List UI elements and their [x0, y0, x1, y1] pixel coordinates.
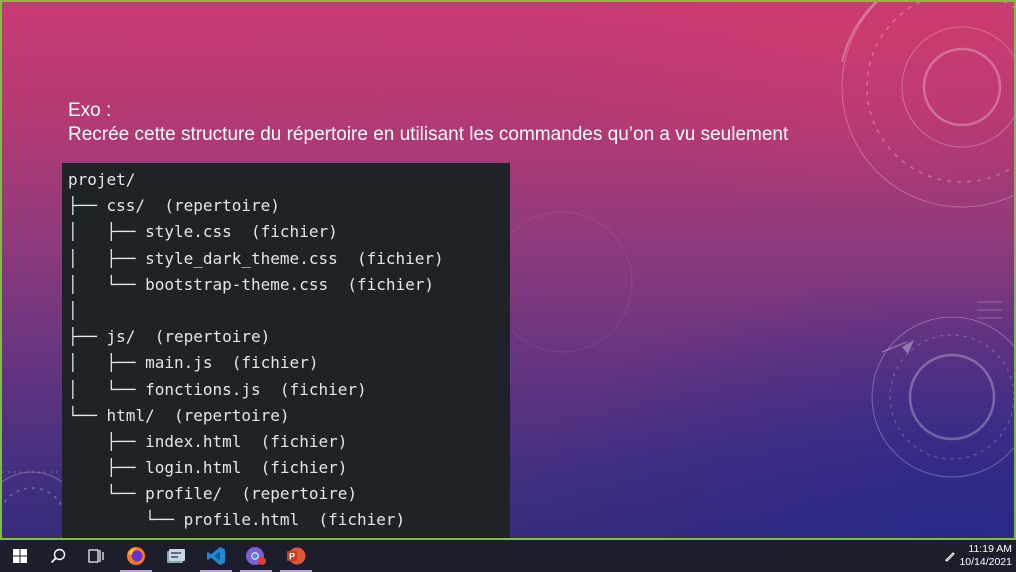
taskbar: P 11:19 AM 10/14/2021	[0, 540, 1016, 572]
search-button[interactable]	[38, 540, 78, 572]
file-app[interactable]	[156, 540, 196, 572]
exercise-instruction: Recrée cette structure du répertoire en …	[68, 124, 789, 145]
chrome-icon	[246, 547, 266, 565]
powerpoint-icon: P	[287, 547, 306, 565]
search-icon	[50, 548, 66, 564]
code-line: │ └── bootstrap-theme.css (fichier)	[68, 274, 435, 294]
pen-workspace-button[interactable]	[938, 540, 962, 572]
firefox-app[interactable]	[116, 540, 156, 572]
chrome-app[interactable]	[236, 540, 276, 572]
vscode-app[interactable]	[196, 540, 236, 572]
code-line: │ ├── main.js (fichier)	[68, 353, 319, 373]
directory-tree-code-block: projet/ ├── css/ (repertoire) │ ├── styl…	[62, 163, 510, 538]
code-line: └── profile/ (repertoire)	[68, 484, 357, 504]
exercise-title: Exo :	[68, 100, 112, 121]
code-line: └── profile.html (fichier)	[68, 510, 406, 530]
code-line: ├── css/ (repertoire)	[68, 196, 280, 216]
code-line: ├── index.html (fichier)	[68, 431, 348, 451]
clock-time: 11:19 AM	[968, 543, 1012, 555]
powerpoint-app[interactable]: P	[276, 540, 316, 572]
firefox-icon	[127, 547, 145, 565]
start-button[interactable]	[0, 540, 40, 572]
windows-logo-icon	[13, 549, 27, 563]
file-app-icon	[167, 549, 185, 563]
clock-date: 10/14/2021	[959, 556, 1012, 568]
taskbar-clock[interactable]: 11:19 AM 10/14/2021	[959, 543, 1012, 569]
code-line: │ ├── style_dark_theme.css (fichier)	[68, 248, 444, 268]
task-view-button[interactable]	[76, 540, 116, 572]
code-line: │	[68, 300, 78, 320]
code-line: │ └── fonctions.js (fichier)	[68, 379, 367, 399]
pen-icon	[945, 552, 955, 562]
presentation-slide: Exo : Recrée cette structure du répertoi…	[0, 0, 1016, 540]
screen: Exo : Recrée cette structure du répertoi…	[0, 0, 1016, 572]
svg-text:P: P	[289, 552, 295, 562]
code-line: │ ├── style.css (fichier)	[68, 222, 338, 242]
code-line: └── html/ (repertoire)	[68, 405, 290, 425]
code-line: ├── js/ (repertoire)	[68, 327, 271, 347]
code-line: projet/	[68, 170, 136, 189]
vscode-icon	[207, 547, 225, 565]
code-line: ├── login.html (fichier)	[68, 458, 348, 478]
task-view-icon	[88, 549, 104, 563]
